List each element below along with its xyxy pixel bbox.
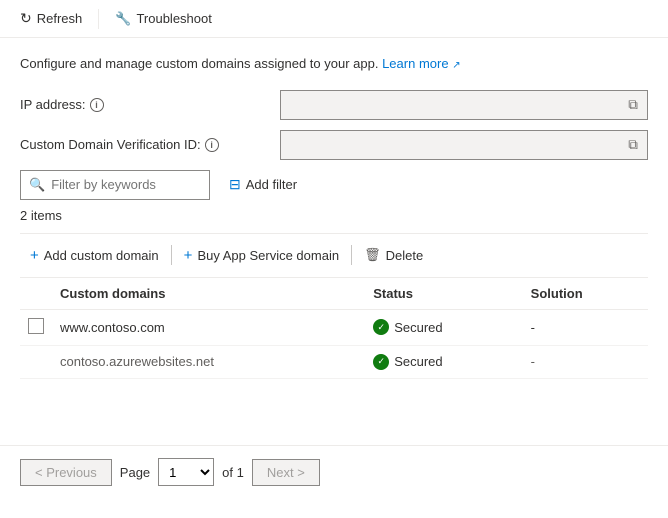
verification-id-row: Custom Domain Verification ID: i ⧉ <box>20 130 648 160</box>
table-row: www.contoso.com ✓ Secured - <box>20 309 648 345</box>
action-separator-1 <box>171 245 172 265</box>
status-text: Secured <box>394 320 442 335</box>
action-bar: + Add custom domain + Buy App Service do… <box>20 233 648 278</box>
troubleshoot-icon: 🔧 <box>115 11 131 27</box>
plus-icon-2: + <box>184 247 193 264</box>
search-icon: 🔍 <box>29 177 45 193</box>
troubleshoot-button[interactable]: 🔧 Troubleshoot <box>107 7 220 31</box>
filter-icon: ⊟ <box>229 176 241 193</box>
filter-input-wrap: 🔍 <box>20 170 210 200</box>
buy-app-service-button[interactable]: + Buy App Service domain <box>174 242 349 269</box>
secured-icon: ✓ <box>373 354 389 370</box>
plus-icon: + <box>30 247 39 264</box>
description: Configure and manage custom domains assi… <box>20 54 648 74</box>
add-filter-button[interactable]: ⊟ Add filter <box>218 171 308 198</box>
trash-icon: 🗑 <box>364 247 381 263</box>
delete-label: Delete <box>386 248 424 263</box>
row-checkbox[interactable] <box>28 318 44 334</box>
troubleshoot-label: Troubleshoot <box>136 11 211 26</box>
secured-icon: ✓ <box>373 319 389 335</box>
cell-solution: - <box>523 309 648 345</box>
add-filter-label: Add filter <box>246 177 297 192</box>
of-label: of 1 <box>222 465 244 480</box>
next-button[interactable]: Next > <box>252 459 320 486</box>
domain-table: Custom domains Status Solution www.conto… <box>20 278 648 379</box>
delete-button[interactable]: 🗑 Delete <box>354 242 433 268</box>
refresh-label: Refresh <box>37 11 83 26</box>
pagination: < Previous Page 1 of 1 Next > <box>0 445 668 498</box>
add-custom-domain-label: Add custom domain <box>44 248 159 263</box>
th-custom-domains: Custom domains <box>52 278 365 310</box>
refresh-icon <box>20 10 32 27</box>
toolbar-separator <box>98 9 99 29</box>
description-text: Configure and manage custom domains assi… <box>20 56 378 71</box>
cell-solution: - <box>523 345 648 378</box>
ip-address-input[interactable] <box>280 90 648 120</box>
toolbar: Refresh 🔧 Troubleshoot <box>0 0 668 38</box>
status-text: Secured <box>394 354 442 369</box>
copy-icon-2: ⧉ <box>628 137 638 153</box>
page-select[interactable]: 1 <box>158 458 214 486</box>
verification-id-info-icon[interactable]: i <box>205 138 219 152</box>
verification-id-label: Custom Domain Verification ID: i <box>20 137 280 152</box>
main-content: Configure and manage custom domains assi… <box>0 38 668 498</box>
ip-address-input-wrap: ⧉ <box>280 90 648 120</box>
filter-input[interactable] <box>51 177 201 192</box>
ip-address-copy-button[interactable]: ⧉ <box>620 92 646 118</box>
cell-status: ✓ Secured <box>365 309 522 345</box>
items-count: 2 items <box>20 208 648 223</box>
ip-address-info-icon[interactable]: i <box>90 98 104 112</box>
previous-button[interactable]: < Previous <box>20 459 112 486</box>
verification-id-input[interactable] <box>280 130 648 160</box>
learn-more-link[interactable]: Learn more ↗ <box>382 56 461 71</box>
add-custom-domain-button[interactable]: + Add custom domain <box>20 242 169 269</box>
ip-address-label: IP address: i <box>20 97 280 112</box>
copy-icon: ⧉ <box>628 97 638 113</box>
cell-status: ✓ Secured <box>365 345 522 378</box>
verification-id-copy-button[interactable]: ⧉ <box>620 132 646 158</box>
ip-address-row: IP address: i ⧉ <box>20 90 648 120</box>
table-row: contoso.azurewebsites.net ✓ Secured - <box>20 345 648 378</box>
next-label: Next > <box>267 465 305 480</box>
previous-label: < Previous <box>35 465 97 480</box>
page-label: Page <box>120 465 150 480</box>
cell-domain: www.contoso.com <box>52 309 365 345</box>
th-solution: Solution <box>523 278 648 310</box>
refresh-button[interactable]: Refresh <box>12 6 90 31</box>
verification-id-input-wrap: ⧉ <box>280 130 648 160</box>
buy-app-service-label: Buy App Service domain <box>197 248 339 263</box>
cell-domain: contoso.azurewebsites.net <box>52 345 365 378</box>
th-checkbox <box>20 278 52 310</box>
filter-bar: 🔍 ⊟ Add filter <box>20 170 648 200</box>
th-status: Status <box>365 278 522 310</box>
action-separator-2 <box>351 245 352 265</box>
